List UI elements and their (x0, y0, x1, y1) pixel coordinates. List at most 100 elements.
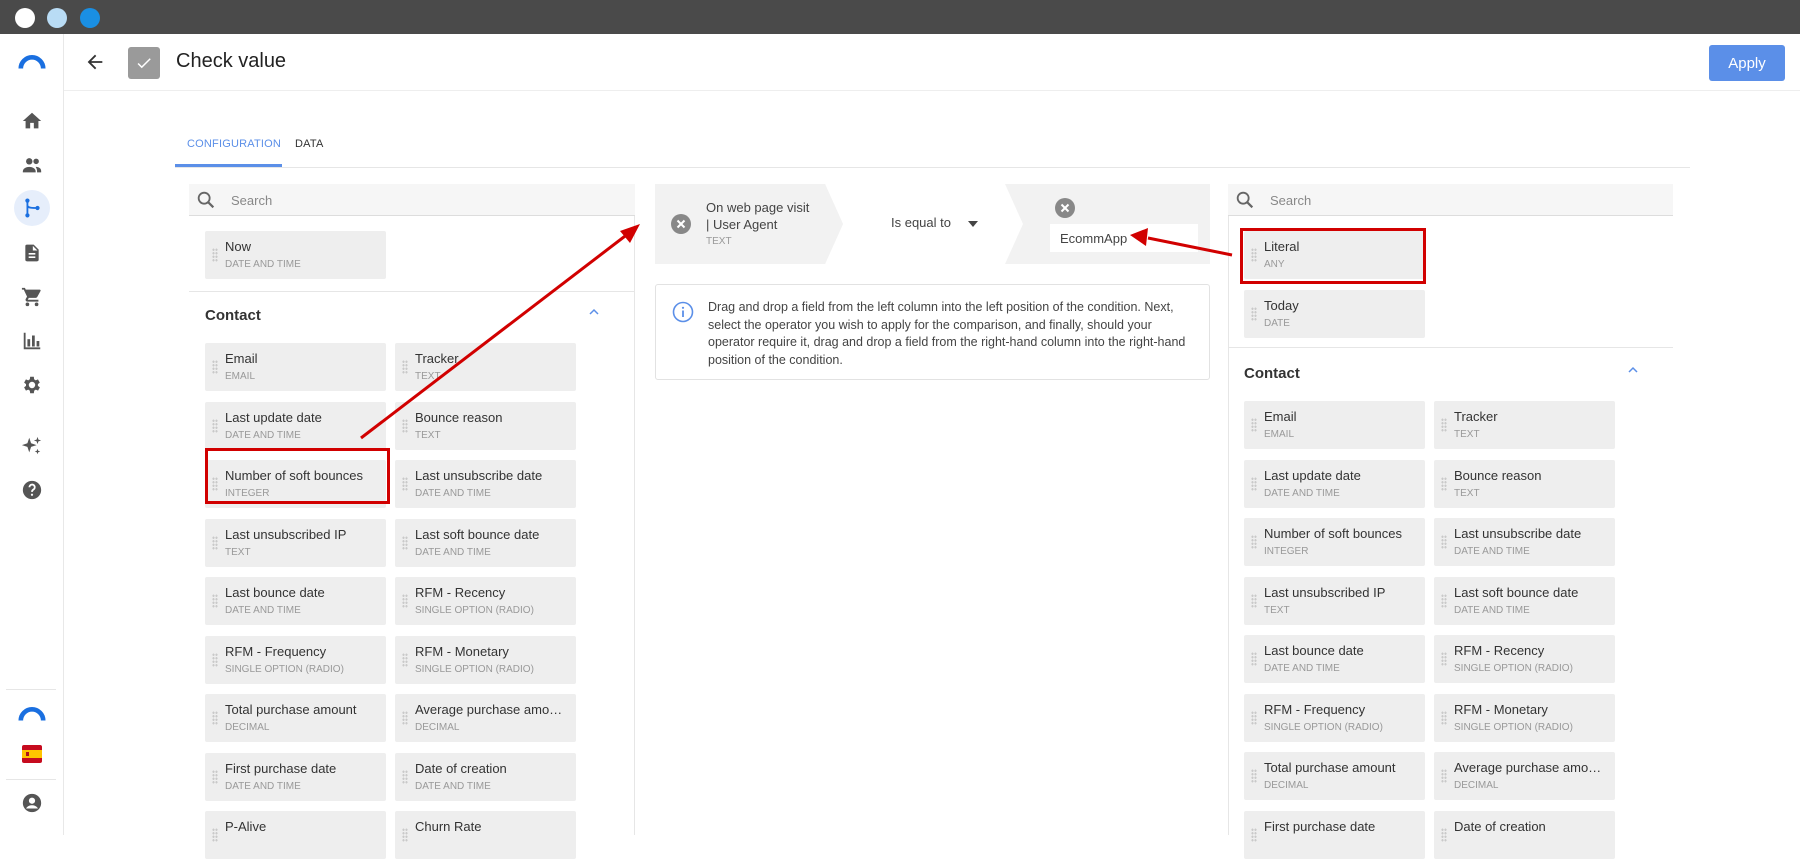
left-search-box[interactable]: Search (189, 184, 635, 216)
document-icon[interactable] (18, 239, 46, 267)
contacts-icon[interactable] (18, 151, 46, 179)
collapse-chevron-icon[interactable] (588, 306, 600, 321)
field-name: RFM - Recency (1454, 643, 1545, 658)
right-field-card-today[interactable]: Today DATE (1244, 290, 1425, 338)
drag-handle-icon[interactable] (212, 248, 218, 262)
field-card[interactable]: Total purchase amount DECIMAL (205, 694, 386, 742)
field-card[interactable]: Email EMAIL (1244, 401, 1425, 449)
field-card[interactable]: Last unsubscribe date DATE AND TIME (1434, 518, 1615, 566)
field-card[interactable]: RFM - Recency SINGLE OPTION (RADIO) (1434, 635, 1615, 683)
field-card[interactable]: Average purchase amo… DECIMAL (1434, 752, 1615, 800)
drag-handle-icon[interactable] (1441, 593, 1447, 608)
field-card[interactable]: First purchase date DATE AND TIME (205, 752, 386, 801)
drag-handle-icon[interactable] (212, 594, 218, 608)
drag-handle-icon[interactable] (1441, 652, 1447, 666)
drag-handle-icon[interactable] (1251, 710, 1257, 725)
drag-handle-icon[interactable] (402, 711, 408, 725)
field-card[interactable]: Last soft bounce date DATE AND TIME (395, 518, 576, 567)
sparkle-icon[interactable] (18, 432, 46, 460)
drag-handle-icon[interactable] (212, 652, 218, 667)
field-card[interactable]: Bounce reason TEXT (395, 401, 576, 450)
remove-right-value-icon[interactable] (1055, 198, 1075, 223)
field-card[interactable]: Last bounce date DATE AND TIME (205, 577, 386, 625)
field-name: RFM - Monetary (415, 643, 509, 659)
gear-icon[interactable] (18, 371, 46, 399)
drag-handle-icon[interactable] (1441, 769, 1447, 783)
apply-button[interactable]: Apply (1709, 45, 1785, 81)
drag-handle-icon[interactable] (212, 535, 218, 550)
field-card[interactable]: Last update date DATE AND TIME (1244, 459, 1425, 508)
field-card[interactable]: Email EMAIL (205, 343, 386, 391)
back-arrow-icon[interactable] (84, 51, 106, 78)
window-minimize-dot[interactable] (47, 8, 67, 28)
field-card[interactable]: P-Alive (205, 811, 386, 859)
drag-handle-icon[interactable] (1251, 652, 1257, 666)
drag-handle-icon[interactable] (402, 769, 408, 784)
field-card[interactable]: Last soft bounce date DATE AND TIME (1434, 576, 1615, 625)
window-close-dot[interactable] (15, 8, 35, 28)
collapse-chevron-icon[interactable] (1627, 364, 1639, 379)
right-value-input[interactable]: EcommApp (1050, 224, 1198, 252)
field-card[interactable]: RFM - Monetary SINGLE OPTION (RADIO) (395, 635, 576, 684)
user-account-icon[interactable] (18, 789, 46, 817)
right-search-box[interactable]: Search (1228, 184, 1673, 216)
field-card[interactable]: Last unsubscribe date DATE AND TIME (395, 460, 576, 508)
field-name: RFM - Frequency (225, 643, 327, 659)
drag-handle-icon[interactable] (1251, 769, 1257, 783)
drag-handle-icon[interactable] (1441, 476, 1447, 491)
field-card[interactable]: Bounce reason TEXT (1434, 459, 1615, 508)
field-card[interactable]: Last update date DATE AND TIME (205, 401, 386, 450)
brand-logo-icon[interactable] (18, 48, 46, 76)
condition-left-field[interactable]: On web page visit | User Agent TEXT (706, 199, 809, 250)
drag-handle-icon[interactable] (212, 828, 218, 842)
drag-handle-icon[interactable] (1251, 418, 1257, 432)
home-icon[interactable] (18, 107, 46, 135)
field-name: RFM - Monetary (1454, 701, 1548, 717)
window-maximize-dot[interactable] (80, 8, 100, 28)
drag-handle-icon[interactable] (1251, 476, 1257, 491)
drag-handle-icon[interactable] (1441, 710, 1447, 725)
drag-handle-icon[interactable] (402, 360, 408, 374)
field-card[interactable]: Last unsubscribed IP TEXT (1244, 576, 1425, 625)
drag-handle-icon[interactable] (402, 828, 408, 842)
field-name: Total purchase amount (225, 702, 357, 717)
drag-handle-icon[interactable] (402, 594, 408, 608)
cart-icon[interactable] (18, 283, 46, 311)
field-card[interactable]: RFM - Recency SINGLE OPTION (RADIO) (395, 577, 576, 625)
field-card[interactable]: Last bounce date DATE AND TIME (1244, 635, 1425, 683)
drag-handle-icon[interactable] (1251, 593, 1257, 608)
field-card[interactable]: Date of creation DATE AND TIME (395, 752, 576, 801)
drag-handle-icon[interactable] (1251, 535, 1257, 549)
account-logo-icon[interactable] (18, 700, 46, 728)
spain-flag-icon[interactable] (18, 740, 46, 768)
drag-handle-icon[interactable] (212, 418, 218, 433)
drag-handle-icon[interactable] (402, 477, 408, 491)
drag-handle-icon[interactable] (1441, 535, 1447, 549)
drag-handle-icon[interactable] (212, 360, 218, 374)
field-card[interactable]: Average purchase amo… DECIMAL (395, 694, 576, 742)
tab-configuration[interactable]: CONFIGURATION (187, 138, 281, 150)
left-field-card-now[interactable]: Now DATE AND TIME (205, 231, 386, 279)
workflow-icon[interactable] (14, 190, 50, 226)
operator-select[interactable]: Is equal to (891, 215, 979, 231)
drag-handle-icon[interactable] (1251, 307, 1257, 321)
help-icon[interactable] (18, 476, 46, 504)
drag-handle-icon[interactable] (402, 418, 408, 433)
drag-handle-icon[interactable] (402, 652, 408, 667)
chart-icon[interactable] (18, 327, 46, 355)
field-card[interactable]: RFM - Frequency SINGLE OPTION (RADIO) (1244, 693, 1425, 742)
remove-left-field-icon[interactable] (671, 214, 691, 239)
field-card[interactable]: Tracker TEXT (395, 343, 576, 391)
field-card[interactable]: Total purchase amount DECIMAL (1244, 752, 1425, 800)
field-card[interactable]: Churn Rate (395, 811, 576, 859)
drag-handle-icon[interactable] (212, 769, 218, 784)
field-card[interactable]: RFM - Monetary SINGLE OPTION (RADIO) (1434, 693, 1615, 742)
field-card[interactable]: Number of soft bounces INTEGER (1244, 518, 1425, 566)
drag-handle-icon[interactable] (1441, 418, 1447, 432)
field-card[interactable]: Tracker TEXT (1434, 401, 1615, 449)
field-card[interactable]: RFM - Frequency SINGLE OPTION (RADIO) (205, 635, 386, 684)
drag-handle-icon[interactable] (402, 535, 408, 550)
tab-data[interactable]: DATA (295, 138, 324, 150)
field-card[interactable]: Last unsubscribed IP TEXT (205, 518, 386, 567)
drag-handle-icon[interactable] (212, 711, 218, 725)
